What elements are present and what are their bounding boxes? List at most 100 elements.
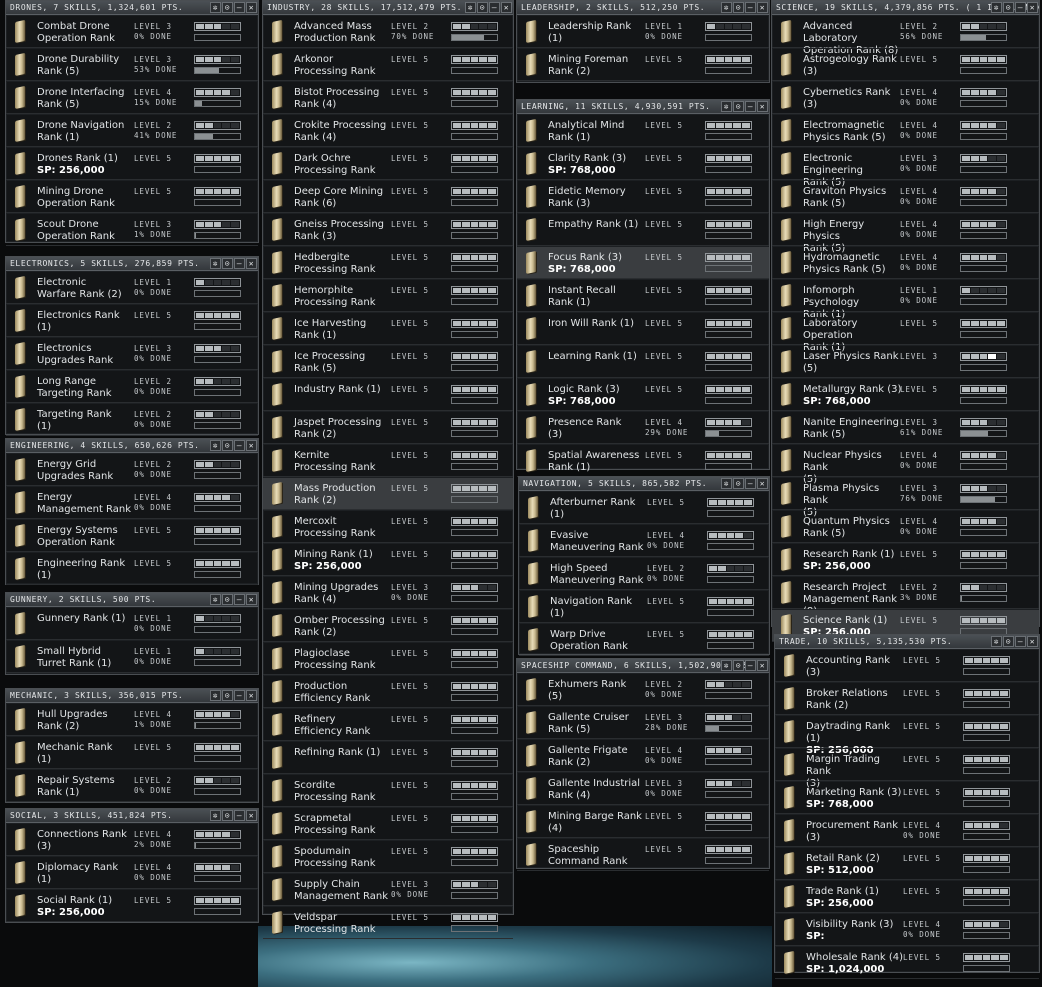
- skill-row[interactable]: Jaspet Processing Rank (2) LEVEL 5: [263, 411, 513, 444]
- panel-header-engineering[interactable]: ENGINEERING, 4 SKILLS, 650,626 PTS. ✲ ⊙ – ✕: [6, 439, 258, 453]
- panel-header-electronics[interactable]: ELECTRONICS, 5 SKILLS, 276,859 PTS. ✲ ⊙ – ✕: [6, 257, 258, 271]
- skill-row[interactable]: Advanced Mass Production Rank LEVEL 2 70%…: [263, 15, 513, 48]
- skill-row[interactable]: Wholesale Rank (4) SP: 1,024,000 LEVEL 5: [775, 946, 1039, 979]
- skill-row[interactable]: Graviton Physics Rank (5) LEVEL 4 0% DONE: [772, 180, 1039, 213]
- options-icon[interactable]: ⊙: [222, 690, 233, 701]
- skill-row[interactable]: Plagioclase Processing Rank LEVEL 5: [263, 642, 513, 675]
- minimize-icon[interactable]: –: [1015, 2, 1026, 13]
- skill-row[interactable]: Eidetic Memory Rank (3) LEVEL 5: [517, 180, 769, 213]
- settings-icon[interactable]: ✲: [210, 690, 221, 701]
- skill-row[interactable]: Long Range Targeting Rank LEVEL 2 0% DONE: [6, 370, 258, 403]
- skill-row[interactable]: Spatial Awareness Rank (1) LEVEL 5: [517, 444, 769, 477]
- skill-row[interactable]: Crokite Processing Rank (4) LEVEL 5: [263, 114, 513, 147]
- skill-row[interactable]: Spaceship Command Rank LEVEL 5: [517, 838, 769, 871]
- options-icon[interactable]: ⊙: [733, 660, 744, 671]
- close-icon[interactable]: ✕: [1027, 636, 1038, 647]
- skill-row[interactable]: Gallente Frigate Rank (2) LEVEL 4 0% DONE: [517, 739, 769, 772]
- skill-row[interactable]: Hydromagnetic Physics Rank (5) LEVEL 4 0%…: [772, 246, 1039, 279]
- skill-row[interactable]: Veldspar Processing Rank LEVEL 5: [263, 906, 513, 939]
- close-icon[interactable]: ✕: [757, 478, 768, 489]
- skill-row[interactable]: Marketing Rank (3) SP: 768,000 LEVEL 5: [775, 781, 1039, 814]
- settings-icon[interactable]: ✲: [210, 258, 221, 269]
- close-icon[interactable]: ✕: [757, 660, 768, 671]
- options-icon[interactable]: ⊙: [1003, 636, 1014, 647]
- skill-row[interactable]: Drone Navigation Rank (1) LEVEL 2 41% DON…: [6, 114, 258, 147]
- skill-row[interactable]: Mining Barge Rank (4) LEVEL 5: [517, 805, 769, 838]
- skill-row[interactable]: Laboratory Operation Rank (1) LEVEL 5: [772, 312, 1039, 353]
- settings-icon[interactable]: ✲: [991, 2, 1002, 13]
- skill-row[interactable]: Scordite Processing Rank LEVEL 5: [263, 774, 513, 807]
- skill-row[interactable]: Leadership Rank (1) LEVEL 1 0% DONE: [517, 15, 769, 48]
- panel-header-learning[interactable]: LEARNING, 11 SKILLS, 4,930,591 PTS. ✲ ⊙ – ✕: [517, 100, 769, 114]
- minimize-icon[interactable]: –: [745, 478, 756, 489]
- skill-row[interactable]: Energy Grid Upgrades Rank LEVEL 2 0% DONE: [6, 453, 258, 486]
- minimize-icon[interactable]: –: [489, 2, 500, 13]
- skill-row[interactable]: Combat Drone Operation Rank LEVEL 3 0% DO…: [6, 15, 258, 48]
- minimize-icon[interactable]: –: [234, 810, 245, 821]
- skill-row[interactable]: Mining Drone Operation Rank LEVEL 5: [6, 180, 258, 213]
- skill-row[interactable]: Metallurgy Rank (3) SP: 768,000 LEVEL 5: [772, 378, 1039, 411]
- minimize-icon[interactable]: –: [745, 101, 756, 112]
- skill-row[interactable]: Omber Processing Rank (2) LEVEL 5: [263, 609, 513, 642]
- skill-row[interactable]: Visibility Rank (3) SP: LEVEL 4 0% DONE: [775, 913, 1039, 946]
- options-icon[interactable]: ⊙: [733, 101, 744, 112]
- close-icon[interactable]: ✕: [246, 690, 257, 701]
- panel-header-social[interactable]: SOCIAL, 3 SKILLS, 451,824 PTS. ✲ ⊙ – ✕: [6, 809, 258, 823]
- settings-icon[interactable]: ✲: [991, 636, 1002, 647]
- panel-header-leadership[interactable]: LEADERSHIP, 2 SKILLS, 512,250 PTS. ✲ ⊙ – ✕: [517, 1, 769, 15]
- skill-row[interactable]: Gallente Cruiser Rank (5) LEVEL 3 28% DON…: [517, 706, 769, 739]
- settings-icon[interactable]: ✲: [210, 810, 221, 821]
- settings-icon[interactable]: ✲: [721, 2, 732, 13]
- settings-icon[interactable]: ✲: [721, 101, 732, 112]
- skill-row[interactable]: Focus Rank (3) SP: 768,000 LEVEL 5: [517, 246, 769, 279]
- skill-row[interactable]: Gallente Industrial Rank (4) LEVEL 3 0% D…: [517, 772, 769, 805]
- panel-header-navigation[interactable]: NAVIGATION, 5 SKILLS, 865,582 PTS. ✲ ⊙ – ✕: [519, 477, 769, 491]
- skill-row[interactable]: Retail Rank (2) SP: 512,000 LEVEL 5: [775, 847, 1039, 880]
- skill-row[interactable]: Kernite Processing Rank LEVEL 5: [263, 444, 513, 477]
- skill-row[interactable]: Diplomacy Rank (1) LEVEL 4 0% DONE: [6, 856, 258, 889]
- skill-row[interactable]: Gneiss Processing Rank (3) LEVEL 5: [263, 213, 513, 246]
- skill-row[interactable]: Evasive Maneuvering Rank LEVEL 4 0% DONE: [519, 524, 769, 557]
- skill-row[interactable]: Deep Core Mining Rank (6) LEVEL 5: [263, 180, 513, 213]
- settings-icon[interactable]: ✲: [210, 2, 221, 13]
- skill-row[interactable]: Ice Processing Rank (5) LEVEL 5: [263, 345, 513, 378]
- minimize-icon[interactable]: –: [745, 2, 756, 13]
- skill-row[interactable]: Learning Rank (1) LEVEL 5: [517, 345, 769, 378]
- skill-row[interactable]: Scrapmetal Processing Rank LEVEL 5: [263, 807, 513, 840]
- options-icon[interactable]: ⊙: [222, 594, 233, 605]
- skill-row[interactable]: Infomorph Psychology Rank (1) LEVEL 1 0% …: [772, 279, 1039, 320]
- skill-row[interactable]: Electronic Warfare Rank (2) LEVEL 1 0% DO…: [6, 271, 258, 304]
- settings-icon[interactable]: ✲: [465, 2, 476, 13]
- close-icon[interactable]: ✕: [246, 2, 257, 13]
- skill-row[interactable]: Nuclear Physics Rank (5) LEVEL 4 0% DONE: [772, 444, 1039, 485]
- skill-row[interactable]: Drones Rank (1) SP: 256,000 LEVEL 5: [6, 147, 258, 180]
- options-icon[interactable]: ⊙: [222, 810, 233, 821]
- skill-row[interactable]: Plasma Physics Rank (5) LEVEL 3 76% DONE: [772, 477, 1039, 518]
- skill-row[interactable]: Refining Rank (1) LEVEL 5: [263, 741, 513, 774]
- skill-row[interactable]: Mining Upgrades Rank (4) LEVEL 3 0% DONE: [263, 576, 513, 609]
- close-icon[interactable]: ✕: [501, 2, 512, 13]
- skill-row[interactable]: Gunnery Rank (1) LEVEL 1 0% DONE: [6, 607, 258, 640]
- options-icon[interactable]: ⊙: [733, 478, 744, 489]
- close-icon[interactable]: ✕: [757, 2, 768, 13]
- skill-row[interactable]: Supply Chain Management Rank LEVEL 3 0% D…: [263, 873, 513, 906]
- skill-row[interactable]: Nanite Engineering Rank (5) LEVEL 3 61% D…: [772, 411, 1039, 444]
- close-icon[interactable]: ✕: [246, 258, 257, 269]
- skill-row[interactable]: Hedbergite Processing Rank LEVEL 5: [263, 246, 513, 279]
- skill-row[interactable]: Hull Upgrades Rank (2) LEVEL 4 1% DONE: [6, 703, 258, 736]
- skill-row[interactable]: Drone Interfacing Rank (5) LEVEL 4 15% DO…: [6, 81, 258, 114]
- skill-row[interactable]: Refinery Efficiency Rank LEVEL 5: [263, 708, 513, 741]
- skill-row[interactable]: Clarity Rank (3) SP: 768,000 LEVEL 5: [517, 147, 769, 180]
- skill-row[interactable]: Mechanic Rank (1) LEVEL 5: [6, 736, 258, 769]
- panel-header-science[interactable]: SCIENCE, 19 SKILLS, 4,379,856 PTS. ( 1 I…: [772, 1, 1039, 15]
- skill-row[interactable]: Hemorphite Processing Rank LEVEL 5: [263, 279, 513, 312]
- options-icon[interactable]: ⊙: [222, 258, 233, 269]
- skill-row[interactable]: Research Rank (1) SP: 256,000 LEVEL 5: [772, 543, 1039, 576]
- skill-row[interactable]: Engineering Rank (1) LEVEL 5: [6, 552, 258, 585]
- skill-row[interactable]: Drone Durability Rank (5) LEVEL 3 53% DON…: [6, 48, 258, 81]
- skill-row[interactable]: Research Project Management Rank (8)LEVE…: [772, 576, 1039, 617]
- skill-row[interactable]: Daytrading Rank (1) SP: 256,000 LEVEL 5: [775, 715, 1039, 756]
- skill-row[interactable]: Dark Ochre Processing Rank LEVEL 5: [263, 147, 513, 180]
- skill-row[interactable]: Astrogeology Rank (3) LEVEL 5: [772, 48, 1039, 81]
- skill-row[interactable]: Advanced Laboratory Operation Rank (8) LE…: [772, 15, 1039, 56]
